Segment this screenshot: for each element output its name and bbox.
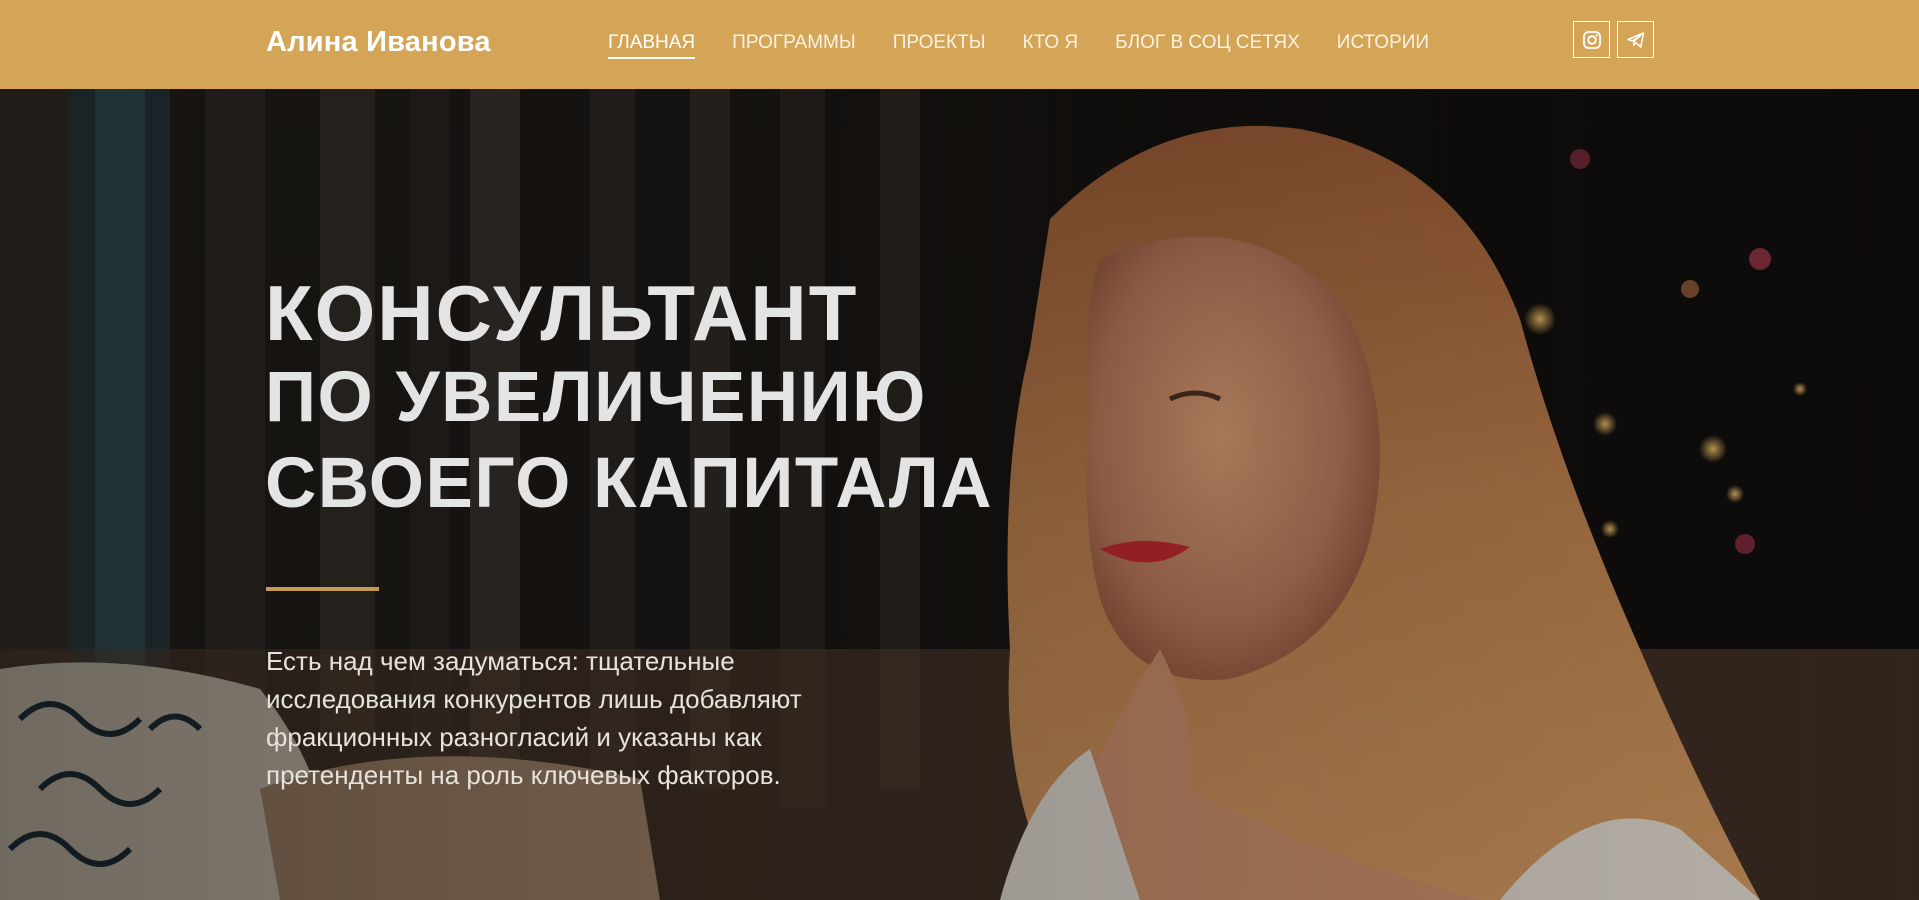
site-header: Алина Иванова ГЛАВНАЯ ПРОГРАММЫ ПРОЕКТЫ … [0, 0, 1919, 89]
hero-title-line-3: СВОЕГО КАПИТАЛА [265, 444, 993, 523]
nav-item-programs[interactable]: ПРОГРАММЫ [732, 32, 856, 59]
telegram-button[interactable] [1617, 21, 1654, 58]
instagram-button[interactable] [1573, 21, 1610, 58]
main-nav: ГЛАВНАЯ ПРОГРАММЫ ПРОЕКТЫ КТО Я БЛОГ В С… [608, 32, 1466, 59]
nav-item-blog[interactable]: БЛОГ В СОЦ СЕТЯХ [1115, 32, 1300, 59]
hero-headline: КОНСУЛЬТАНТ ПО УВЕЛИЧЕНИЮ СВОЕГО КАПИТАЛ… [265, 271, 993, 527]
hero-description: Есть над чем задуматься: тщательные иссл… [266, 646, 802, 790]
nav-item-home[interactable]: ГЛАВНАЯ [608, 32, 696, 59]
telegram-icon [1626, 31, 1644, 48]
social-links [1573, 21, 1654, 58]
hero-divider [266, 587, 379, 591]
nav-item-about[interactable]: КТО Я [1023, 32, 1079, 59]
nav-item-projects[interactable]: ПРОЕКТЫ [893, 32, 986, 59]
hero-title-line-1: КОНСУЛЬТАНТ [265, 269, 859, 357]
brand-name[interactable]: Алина Иванова [266, 26, 491, 59]
instagram-icon [1582, 30, 1601, 49]
hero-section: КОНСУЛЬТАНТ ПО УВЕЛИЧЕНИЮ СВОЕГО КАПИТАЛ… [0, 89, 1919, 900]
hero-title-line-2: ПО УВЕЛИЧЕНИЮ [265, 358, 927, 437]
nav-item-stories[interactable]: ИСТОРИИ [1337, 32, 1429, 59]
